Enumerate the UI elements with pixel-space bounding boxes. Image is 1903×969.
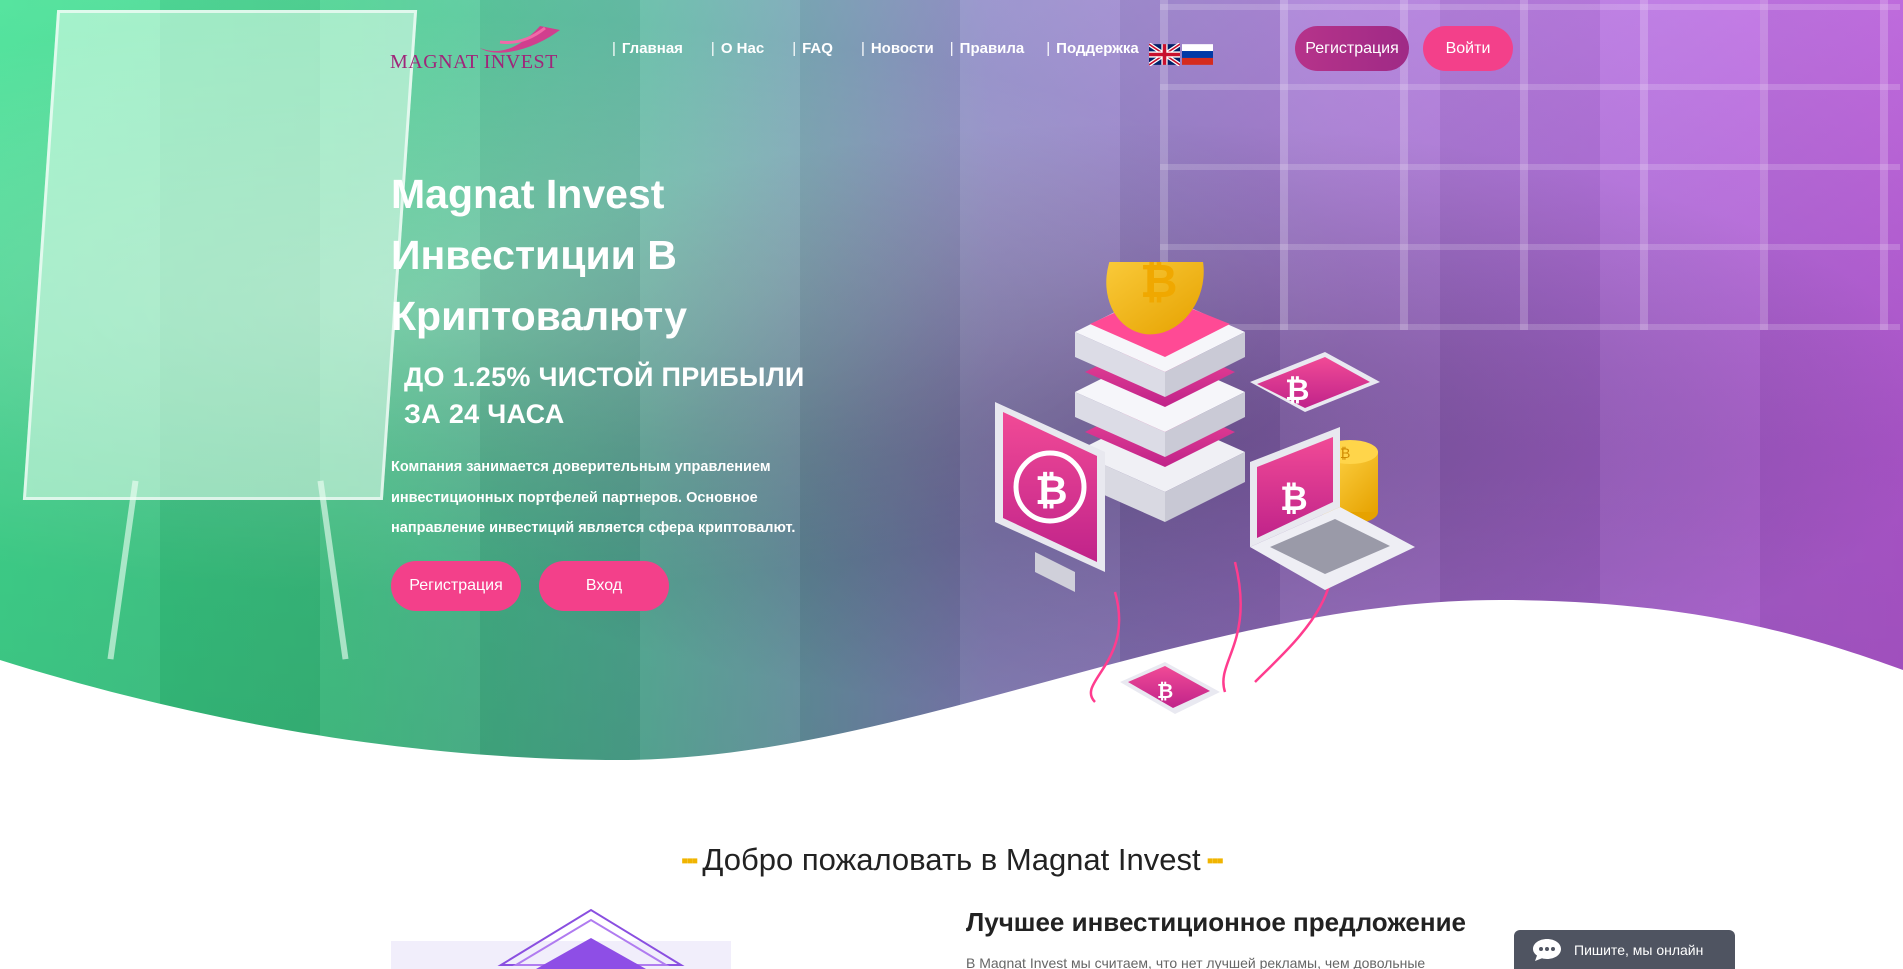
language-switcher <box>1149 43 1213 66</box>
hero-register-button[interactable]: Регистрация <box>391 561 521 611</box>
svg-text:₿: ₿ <box>1157 679 1173 703</box>
svg-text:₿: ₿ <box>1285 373 1309 408</box>
hero-subtitle: ДО 1.25% ЧИСТОЙ ПРИБЫЛИ ЗА 24 ЧАСА <box>404 359 844 433</box>
main-nav: | Главная | О Нас | FAQ | Новости | Правила |… <box>612 40 1167 57</box>
svg-text:₿: ₿ <box>1140 262 1178 308</box>
nav-item-rules[interactable]: | Правила <box>950 40 1025 57</box>
hero-desc-line: направление инвестиций является сфера кр… <box>391 520 796 536</box>
nav-item-faq[interactable]: | FAQ <box>792 40 833 57</box>
svg-text:₿: ₿ <box>1035 468 1068 514</box>
welcome-heading-text: Добро пожаловать в Magnat Invest <box>702 842 1201 877</box>
crypto-illustration: ₿ ₿ ₿ ₿ ₿ ₿ <box>995 262 1415 714</box>
nav-item-label: Правила <box>959 40 1025 57</box>
hero-desc-line: Компания занимается доверительным управл… <box>391 459 771 475</box>
hero-section: ₿ ₿ ₿ ₿ ₿ ₿ <box>0 0 1903 760</box>
feature-graphic <box>391 908 731 969</box>
hero-title: Magnat Invest Инвестиции В Криптовалюту <box>391 164 811 347</box>
hero-title-line: Magnat Invest <box>391 171 665 217</box>
chat-bubble-icon <box>1533 938 1561 961</box>
best-offer-text: В Magnat Invest мы считаем, что нет лучш… <box>966 955 1426 969</box>
nav-item-label: Поддержка <box>1056 40 1139 57</box>
logo-text: MAGNAT INVEST <box>390 51 558 73</box>
header-login-button[interactable]: Войти <box>1423 26 1513 71</box>
logo[interactable]: MAGNAT INVEST <box>390 18 570 76</box>
nav-item-label: Новости <box>870 40 934 57</box>
welcome-heading: ▪▪▪ Добро пожаловать в Magnat Invest ▪▪▪ <box>0 842 1903 878</box>
nav-item-news[interactable]: | Новости <box>861 40 934 57</box>
header-register-button[interactable]: Регистрация <box>1295 26 1409 71</box>
hero-desc-line: инвестиционных портфелей партнеров. Осно… <box>391 489 758 506</box>
hero-title-line: Криптовалюту <box>391 293 688 339</box>
uk-flag-icon[interactable] <box>1149 43 1180 66</box>
chat-widget[interactable]: Пишите, мы онлайн <box>1514 930 1735 969</box>
svg-text:₿: ₿ <box>1340 446 1350 462</box>
dots-decoration-icon: ▪▪▪ <box>681 850 698 873</box>
nav-item-label: FAQ <box>802 40 833 57</box>
hero-subtitle-line: ЗА 24 ЧАСА <box>404 399 565 429</box>
best-offer-title: Лучшее инвестиционное предложение <box>966 907 1467 937</box>
nav-item-label: Главная <box>621 40 683 57</box>
hero-title-line: Инвестиции В <box>391 232 677 278</box>
flipchart-board <box>22 10 418 500</box>
nav-item-support[interactable]: | Поддержка <box>1046 40 1139 57</box>
nav-item-about[interactable]: | О Нас <box>711 40 764 57</box>
hero-login-button[interactable]: Вход <box>539 561 669 611</box>
nav-item-label: О Нас <box>720 40 765 57</box>
hero-description: Компания занимается доверительным управл… <box>391 452 831 544</box>
svg-text:₿: ₿ <box>1280 479 1308 519</box>
ru-flag-icon[interactable] <box>1182 43 1213 66</box>
hero-subtitle-line: ДО 1.25% ЧИСТОЙ ПРИБЫЛИ <box>404 362 805 392</box>
chat-label: Пишите, мы онлайн <box>1574 941 1704 958</box>
dots-decoration-icon: ▪▪▪ <box>1206 850 1224 873</box>
nav-item-home[interactable]: | Главная <box>612 40 683 57</box>
hero-wave-divider <box>0 600 1903 760</box>
